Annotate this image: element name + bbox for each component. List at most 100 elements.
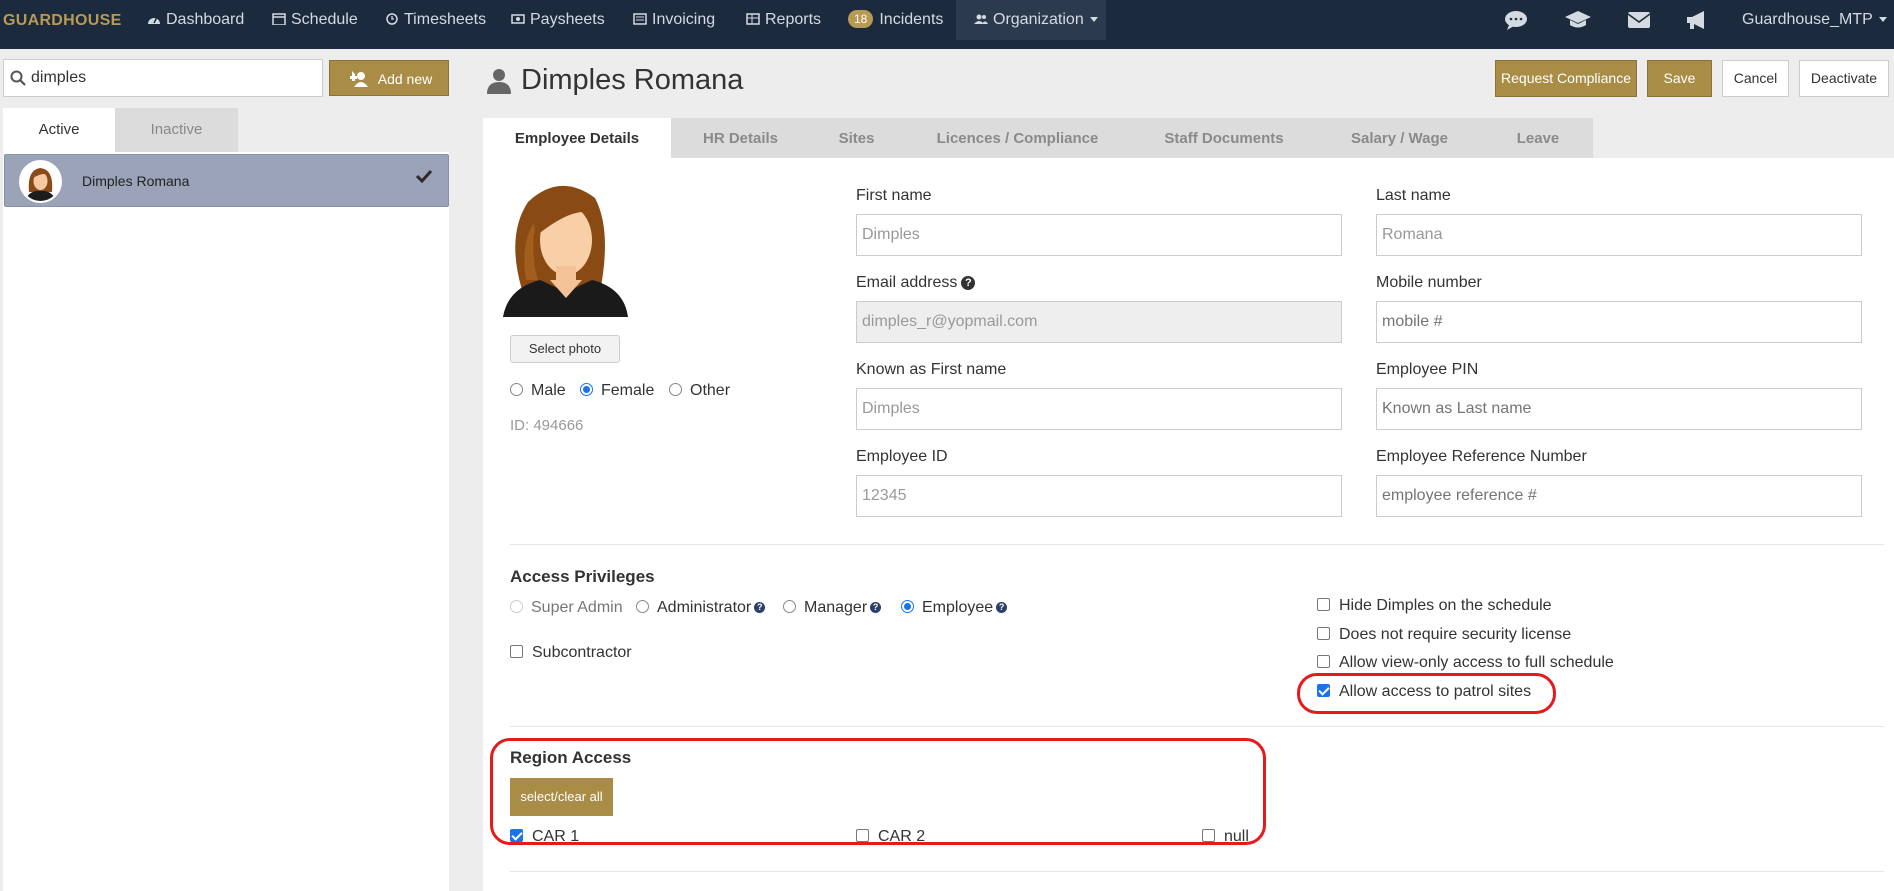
help-icon[interactable]: ? <box>996 602 1008 613</box>
mobile-field[interactable] <box>1376 301 1862 343</box>
invoice-icon <box>633 13 647 25</box>
gender-male[interactable]: Male <box>510 382 566 400</box>
add-new-button[interactable]: Add new <box>329 60 449 96</box>
calendar-icon <box>272 13 286 25</box>
tab-inactive[interactable]: Inactive <box>115 108 238 152</box>
help-icon[interactable]: ? <box>961 276 976 290</box>
view-only-checkbox[interactable] <box>1317 655 1330 668</box>
nav-schedule[interactable]: Schedule <box>272 0 358 40</box>
nav-dashboard[interactable]: Dashboard <box>147 0 244 40</box>
gender-other[interactable]: Other <box>669 382 730 400</box>
no-license-label: Does not require security license <box>1339 626 1572 643</box>
no-license-checkbox[interactable] <box>1317 627 1330 640</box>
divider <box>510 871 1884 872</box>
clock-icon <box>386 13 398 25</box>
subcontractor-checkbox[interactable] <box>510 645 523 658</box>
person-icon <box>487 69 511 94</box>
nav-timesheets[interactable]: Timesheets <box>385 0 486 40</box>
nav-organization[interactable]: Organization <box>956 0 1106 40</box>
nav-invoicing-label: Invoicing <box>652 11 716 28</box>
no-license-option[interactable]: Does not require security license <box>1317 626 1571 644</box>
request-compliance-button[interactable]: Request Compliance <box>1495 60 1637 97</box>
nav-incidents-label: Incidents <box>879 11 944 28</box>
nav-schedule-label: Schedule <box>291 11 358 28</box>
help-icon[interactable]: ? <box>754 602 766 613</box>
manager-radio[interactable] <box>783 600 796 613</box>
nav-paysheets[interactable]: Paysheets <box>511 0 605 40</box>
last-name-field[interactable] <box>1376 214 1862 256</box>
tab-salary-wage[interactable]: Salary / Wage <box>1316 118 1483 158</box>
account-menu[interactable]: Guardhouse_MTP <box>1742 0 1887 40</box>
profile-photo <box>503 185 628 317</box>
cancel-button[interactable]: Cancel <box>1722 60 1789 97</box>
role-employee[interactable]: Employee? <box>901 599 1008 617</box>
gender-female[interactable]: Female <box>580 382 654 400</box>
female-radio[interactable] <box>580 383 593 396</box>
add-user-icon <box>349 71 368 87</box>
last-name-label: Last name <box>1376 187 1451 204</box>
megaphone-icon[interactable] <box>1685 10 1709 30</box>
envelope-icon[interactable] <box>1627 10 1651 30</box>
patrol-highlight <box>1297 673 1556 714</box>
deactivate-button[interactable]: Deactivate <box>1799 60 1889 97</box>
other-radio[interactable] <box>669 383 682 396</box>
employee-id-field[interactable] <box>856 475 1342 517</box>
role-administrator[interactable]: Administrator? <box>636 599 766 617</box>
divider <box>510 726 1884 727</box>
chevron-down-icon <box>1089 17 1098 22</box>
first-name-field[interactable] <box>856 214 1342 256</box>
subcontractor-option[interactable]: Subcontractor <box>510 644 632 662</box>
nav-reports[interactable]: Reports <box>746 0 821 40</box>
role-manager[interactable]: Manager? <box>783 599 882 617</box>
list-item[interactable]: Dimples Romana <box>4 154 449 207</box>
tab-sites[interactable]: Sites <box>810 118 903 158</box>
known-first-name-field[interactable] <box>856 388 1342 430</box>
select-photo-button[interactable]: Select photo <box>510 335 620 363</box>
graduation-cap-icon[interactable] <box>1564 10 1592 30</box>
help-icon[interactable]: ? <box>870 602 882 613</box>
top-navbar: GUARDHOUSE Dashboard Schedule Timesheets… <box>0 0 1894 49</box>
hide-schedule-option[interactable]: Hide Dimples on the schedule <box>1317 597 1552 615</box>
brand-logo[interactable]: GUARDHOUSE <box>3 12 122 30</box>
table-icon <box>746 13 760 25</box>
add-new-label: Add new <box>377 71 433 87</box>
divider <box>510 544 1884 545</box>
super-admin-radio[interactable] <box>510 600 523 613</box>
nav-dashboard-label: Dashboard <box>166 11 245 28</box>
avatar <box>19 160 62 203</box>
tab-hr-details[interactable]: HR Details <box>671 118 810 158</box>
users-icon <box>974 14 988 24</box>
chat-icon[interactable] <box>1504 10 1528 30</box>
hide-schedule-checkbox[interactable] <box>1317 598 1330 611</box>
employee-list: Dimples Romana <box>3 152 449 891</box>
tab-employee-details[interactable]: Employee Details <box>483 118 671 159</box>
access-privileges-title: Access Privileges <box>510 567 655 586</box>
role-super-admin[interactable]: Super Admin <box>510 599 623 617</box>
hide-schedule-label: Hide Dimples on the schedule <box>1339 597 1552 614</box>
tab-active[interactable]: Active <box>3 108 115 152</box>
email-label: Email address? <box>856 274 976 292</box>
nav-timesheets-label: Timesheets <box>404 11 487 28</box>
super-admin-label: Super Admin <box>531 599 623 616</box>
nav-invoicing[interactable]: Invoicing <box>633 0 715 40</box>
email-field[interactable] <box>856 301 1342 343</box>
female-avatar-icon <box>21 162 60 201</box>
tab-licences-compliance[interactable]: Licences / Compliance <box>903 118 1132 158</box>
money-icon <box>511 14 525 24</box>
dashboard-icon <box>148 16 160 24</box>
employee-name: Dimples Romana <box>82 173 190 189</box>
search-input[interactable] <box>4 60 322 96</box>
employee-id-text: ID: 494666 <box>510 417 584 434</box>
tab-staff-documents[interactable]: Staff Documents <box>1132 118 1316 158</box>
view-only-option[interactable]: Allow view-only access to full schedule <box>1317 654 1614 672</box>
employee-pin-field[interactable] <box>1376 388 1862 430</box>
check-icon <box>416 169 432 183</box>
nav-incidents[interactable]: 18 Incidents <box>848 0 943 40</box>
search-box <box>3 59 323 97</box>
save-button[interactable]: Save <box>1647 60 1712 97</box>
tab-leave[interactable]: Leave <box>1483 118 1593 158</box>
reference-number-field[interactable] <box>1376 475 1862 517</box>
administrator-radio[interactable] <box>636 600 649 613</box>
employee-radio[interactable] <box>901 600 914 613</box>
male-radio[interactable] <box>510 383 523 396</box>
